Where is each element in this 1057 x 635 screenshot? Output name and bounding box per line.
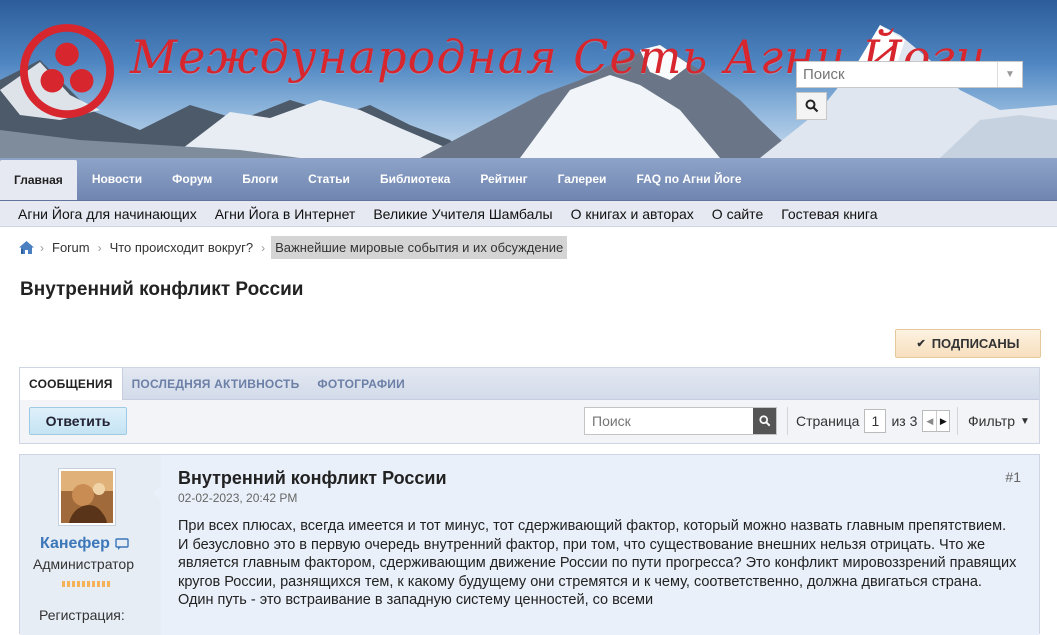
avatar-image (61, 471, 113, 523)
nav-item-galleries[interactable]: Галереи (543, 158, 622, 200)
user-role: Администратор (33, 556, 135, 572)
nav-item-faq[interactable]: FAQ по Агни Йоге (621, 158, 756, 200)
header-banner: Международная Сеть Агни Йоги ▼ (0, 0, 1057, 158)
thread-search-input[interactable] (585, 408, 753, 434)
header-search-box[interactable]: ▼ (796, 61, 1023, 88)
post-number[interactable]: #1 (1005, 469, 1021, 485)
subnav-item-beginners[interactable]: Агни Йога для начинающих (9, 206, 206, 222)
breadcrumb-forum[interactable]: Forum (50, 237, 92, 258)
subnav-item-internet[interactable]: Агни Йога в Интернет (206, 206, 365, 222)
chevron-down-icon: ▼ (1020, 415, 1030, 427)
avatar[interactable] (58, 468, 116, 526)
page-total: из 3 (891, 413, 918, 429)
breadcrumb-subforum[interactable]: Важнейшие мировые события и их обсуждени… (271, 236, 568, 259)
post-body: Внутренний конфликт России #1 02-02-2023… (153, 455, 1039, 635)
thread-search-box[interactable] (584, 407, 777, 435)
tab-messages[interactable]: СООБЩЕНИЯ (20, 368, 123, 400)
breadcrumb-category[interactable]: Что происходит вокруг? (108, 237, 256, 258)
subnav-item-about[interactable]: О сайте (703, 206, 772, 222)
nav-item-news[interactable]: Новости (77, 158, 157, 200)
nav-item-articles[interactable]: Статьи (293, 158, 365, 200)
pagination: Страница 1 из 3 ◀ ▶ (787, 407, 951, 435)
nav-item-rating[interactable]: Рейтинг (465, 158, 542, 200)
post-userinfo: Канефер Администратор Регистрация: (20, 455, 161, 635)
chevron-down-icon[interactable]: ▼ (997, 62, 1022, 87)
post-author[interactable]: Канефер (40, 535, 129, 553)
reputation-bar (62, 581, 112, 587)
tab-recent-activity[interactable]: ПОСЛЕДНЯЯ АКТИВНОСТЬ (123, 368, 309, 399)
search-icon (805, 99, 818, 113)
filter-dropdown[interactable]: Фильтр ▼ (957, 407, 1030, 435)
thread-tabs: СООБЩЕНИЯ ПОСЛЕДНЯЯ АКТИВНОСТЬ ФОТОГРАФИ… (20, 368, 1039, 400)
nav-item-forum[interactable]: Форум (157, 158, 227, 200)
tab-photos[interactable]: ФОТОГРАФИИ (308, 368, 414, 399)
site-logo[interactable] (18, 22, 116, 120)
reply-button[interactable]: Ответить (29, 407, 127, 435)
post-title: Внутренний конфликт России (178, 468, 447, 488)
main-nav: Главная Новости Форум Блоги Статьи Библи… (0, 158, 1057, 201)
thread-search-button[interactable] (753, 408, 776, 434)
thread-panel: СООБЩЕНИЯ ПОСЛЕДНЯЯ АКТИВНОСТЬ ФОТОГРАФИ… (19, 367, 1040, 444)
registration-label: Регистрация: (39, 607, 125, 623)
subnav-item-teachers[interactable]: Великие Учителя Шамбалы (364, 206, 561, 222)
nav-item-library[interactable]: Библиотека (365, 158, 465, 200)
speech-bubble-icon[interactable] (115, 538, 129, 550)
sub-nav: Агни Йога для начинающих Агни Йога в Инт… (0, 201, 1057, 227)
breadcrumb-separator: › (261, 240, 266, 255)
subnav-item-guestbook[interactable]: Гостевая книга (772, 206, 886, 222)
prev-page-icon[interactable]: ◀ (923, 411, 937, 431)
header-search-button[interactable] (796, 92, 827, 120)
home-icon[interactable] (19, 241, 34, 254)
page-title: Внутренний конфликт России (20, 279, 304, 300)
nav-item-home[interactable]: Главная (0, 160, 77, 200)
post-text: При всех плюсах, всегда имеется и тот ми… (178, 517, 1018, 610)
thread-toolbar: Ответить Страница 1 из 3 ◀ ▶ Фильтр ▼ (20, 400, 1039, 443)
post-arrow (153, 485, 161, 501)
page-label: Страница (796, 413, 860, 429)
header-search-input[interactable] (797, 62, 997, 87)
post: Канефер Администратор Регистрация: Внутр… (19, 454, 1040, 635)
page-number-input[interactable]: 1 (864, 409, 887, 433)
next-page-icon[interactable]: ▶ (936, 411, 950, 431)
breadcrumb: › Forum › Что происходит вокруг? › Важне… (19, 236, 568, 259)
breadcrumb-separator: › (40, 240, 44, 255)
filter-label: Фильтр (968, 413, 1016, 429)
subscribe-button[interactable]: ✔ ПОДПИСАНЫ (895, 329, 1041, 358)
search-icon (758, 415, 770, 427)
breadcrumb-separator: › (97, 240, 102, 255)
nav-item-blogs[interactable]: Блоги (227, 158, 293, 200)
page-arrows: ◀ ▶ (922, 410, 951, 432)
post-date: 02-02-2023, 20:42 PM (178, 491, 298, 505)
post-paragraph: И безусловно это в первую очередь внутре… (178, 536, 1017, 609)
author-name: Канефер (40, 535, 110, 552)
subscribe-label: ПОДПИСАНЫ (931, 336, 1020, 351)
subnav-item-books[interactable]: О книгах и авторах (562, 206, 703, 222)
post-paragraph: При всех плюсах, всегда имеется и тот ми… (178, 518, 1007, 534)
check-icon: ✔ (916, 338, 926, 350)
